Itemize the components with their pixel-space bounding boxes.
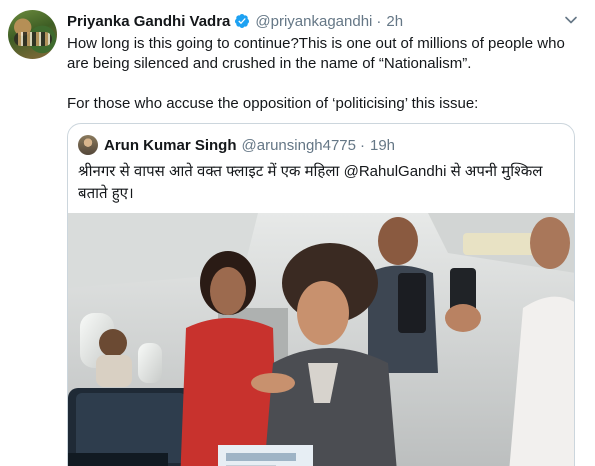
author-handle[interactable]: @priyankagandhi [255,13,372,30]
quoted-tweet-timestamp: 19h [370,136,396,154]
tweet-text: How long is this going to continue?This … [67,34,582,114]
tweet-timestamp[interactable]: 2h [386,13,403,30]
quoted-tweet-video[interactable] [68,213,574,466]
avatar-crowd-image [14,32,52,46]
author-avatar[interactable] [8,10,57,59]
video-frame-image [68,213,574,466]
verified-badge-icon [235,14,250,28]
quoted-author-name: Arun Kumar Singh [104,136,237,154]
tweet-text-paragraph-1: How long is this going to continue?This … [67,35,565,72]
separator-dot: · [376,12,382,30]
quoted-separator-dot: · [360,136,365,154]
quoted-tweet[interactable]: Arun Kumar Singh @arunsingh4775 · 19h श्… [67,123,575,466]
tweet[interactable]: Priyanka Gandhi Vadra @priyankagandhi · … [0,0,595,466]
author-name[interactable]: Priyanka Gandhi Vadra [67,13,230,30]
tweet-header: Priyanka Gandhi Vadra @priyankagandhi · … [67,11,403,31]
quoted-tweet-header: Arun Kumar Singh @arunsingh4775 · 19h [78,134,395,156]
quoted-author-avatar [78,135,98,155]
tweet-text-paragraph-2: For those who accuse the opposition of ‘… [67,95,479,112]
quoted-author-handle: @arunsingh4775 [241,136,356,154]
chevron-down-icon[interactable] [563,12,579,28]
quoted-tweet-text: श्रीनगर से वापस आते वक्त फ्लाइट में एक म… [78,163,543,202]
